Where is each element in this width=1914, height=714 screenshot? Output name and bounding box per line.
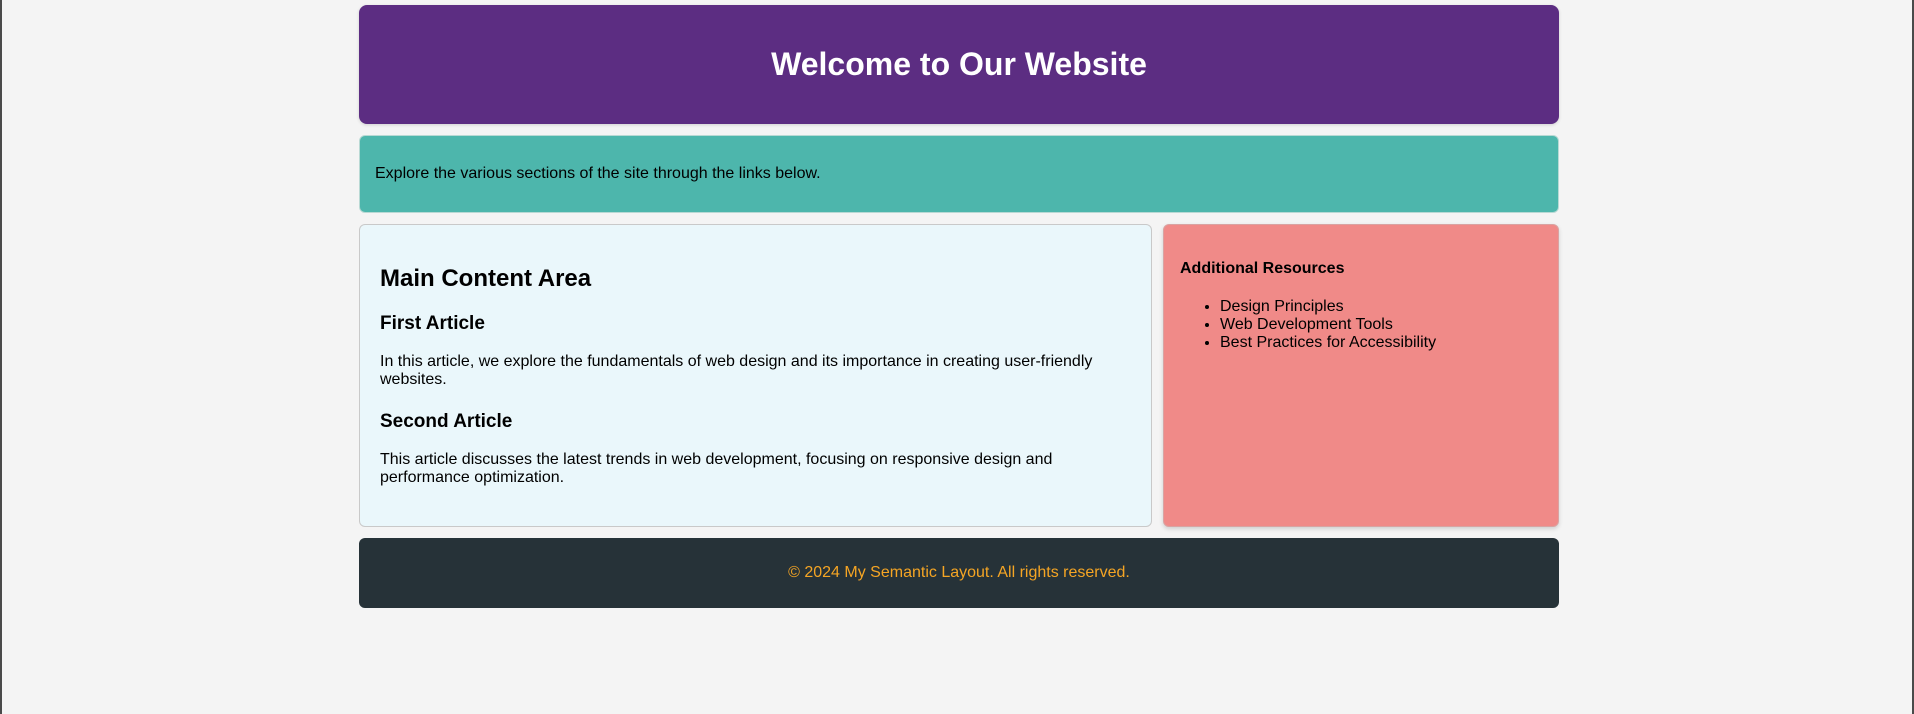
- resources-list: Design Principles Web Development Tools …: [1180, 298, 1542, 352]
- article-title: First Article: [380, 313, 485, 334]
- article-body: In this article, we explore the fundamen…: [380, 353, 1093, 388]
- article-body: This article discusses the latest trends…: [380, 451, 1053, 486]
- site-nav: Explore the various sections of the site…: [359, 135, 1559, 213]
- nav-description: Explore the various sections of the site…: [375, 165, 821, 182]
- article-second: Second Article This article discusses th…: [380, 411, 1131, 487]
- content-row: Main Content Area First Article In this …: [359, 224, 1559, 527]
- list-item: Web Development Tools: [1220, 316, 1542, 334]
- site-header: Welcome to Our Website: [359, 5, 1559, 124]
- list-item: Best Practices for Accessibility: [1220, 334, 1542, 352]
- page-container: Welcome to Our Website Explore the vario…: [359, 5, 1559, 608]
- page-title: Welcome to Our Website: [771, 46, 1147, 82]
- main-content-area: Main Content Area First Article In this …: [359, 224, 1152, 527]
- main-heading: Main Content Area: [380, 265, 592, 292]
- sidebar-resources: Additional Resources Design Principles W…: [1163, 224, 1559, 527]
- article-first: First Article In this article, we explor…: [380, 313, 1131, 389]
- site-footer: © 2024 My Semantic Layout. All rights re…: [359, 538, 1559, 608]
- footer-copyright: © 2024 My Semantic Layout. All rights re…: [788, 564, 1130, 581]
- sidebar-title: Additional Resources: [1180, 260, 1345, 277]
- article-title: Second Article: [380, 411, 513, 432]
- list-item: Design Principles: [1220, 298, 1542, 316]
